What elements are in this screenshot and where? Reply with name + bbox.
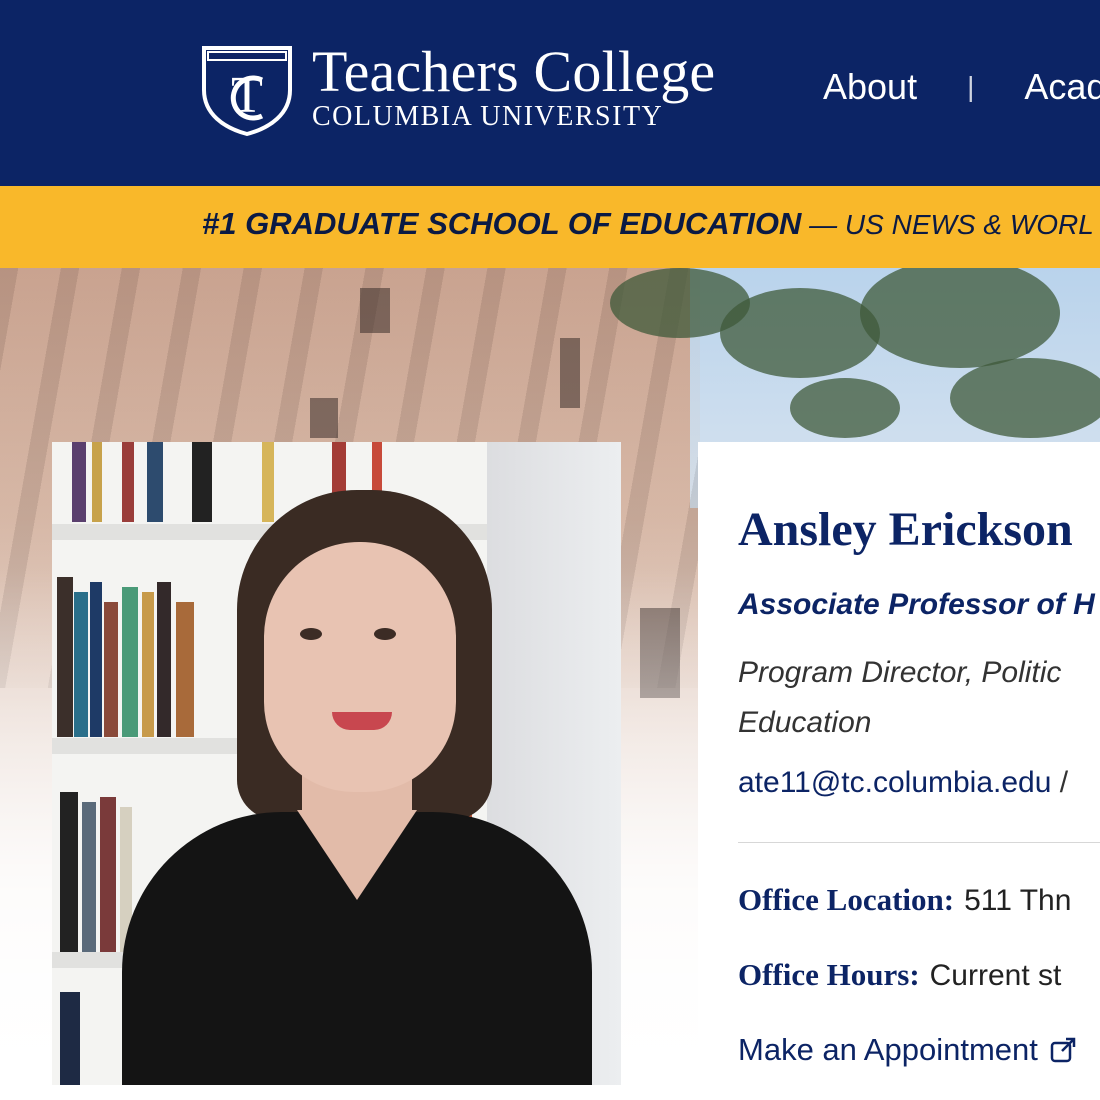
site-header: T Teachers College COLUMBIA UNIVERSITY A… (0, 0, 1100, 186)
office-hours-label: Office Hours: (738, 957, 920, 992)
nav-separator: | (967, 71, 975, 102)
logo-link[interactable]: T Teachers College COLUMBIA UNIVERSITY (200, 39, 716, 136)
logo-title: Teachers College (312, 39, 716, 104)
profile-photo (52, 442, 621, 1085)
logo-subtitle: COLUMBIA UNIVERSITY (312, 101, 664, 132)
make-appointment-label: Make an Appointment (738, 1032, 1038, 1067)
email-link[interactable]: ate11@tc.columbia.edu (738, 766, 1051, 799)
office-hours-row: Office Hours: Current st (738, 957, 1061, 993)
profile-card: Ansley Erickson Associate Professor of H… (698, 442, 1100, 1100)
email-row: ate11@tc.columbia.edu / (738, 766, 1068, 800)
divider (738, 842, 1100, 843)
ranking-banner: #1 GRADUATE SCHOOL OF EDUCATION — US NEW… (0, 186, 1100, 268)
profile-title: Associate Professor of H (738, 588, 1095, 621)
tc-shield-icon: T (202, 46, 292, 136)
profile-subtitle-line2: Education (738, 706, 872, 739)
profile-subtitle-line1: Program Director, Politic (738, 656, 1062, 689)
nav-item-academics[interactable]: Acad (1024, 66, 1100, 108)
banner-headline: #1 GRADUATE SCHOOL OF EDUCATION (202, 206, 802, 241)
office-location-label: Office Location: (738, 882, 955, 917)
office-hours-value: Current st (929, 959, 1062, 992)
office-location-row: Office Location: 511 Thn (738, 882, 1071, 918)
make-appointment-link[interactable]: Make an Appointment (738, 1032, 1076, 1068)
profile-name: Ansley Erickson (738, 503, 1073, 556)
external-link-icon (1050, 1037, 1076, 1063)
nav-item-about[interactable]: About (823, 66, 917, 108)
main-nav: About | Acad (823, 66, 1100, 108)
office-location-value: 511 Thn (964, 884, 1072, 917)
banner-source: — US NEWS & WORL (801, 209, 1094, 240)
profile-subtitle: Program Director, Politic Education (738, 648, 1061, 748)
email-separator: / (1051, 766, 1069, 799)
